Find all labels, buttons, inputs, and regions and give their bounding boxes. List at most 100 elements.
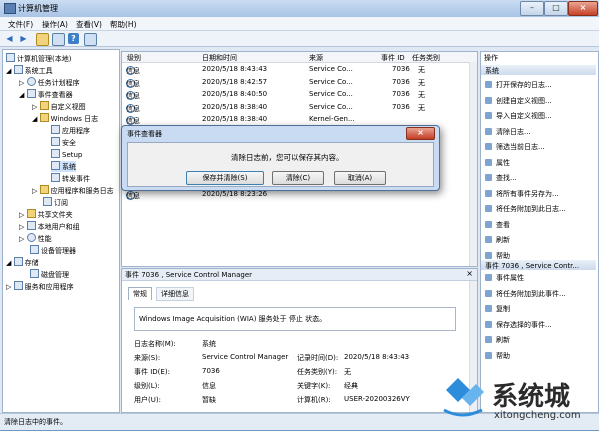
tree-item-application[interactable]: 应用程序 bbox=[51, 125, 90, 136]
tree-item-services-apps[interactable]: ▷ 服务和应用程序 bbox=[6, 281, 74, 292]
table-row[interactable]: 信息 2020/5/18 8:43:43 Service Co... 7036 无 bbox=[122, 64, 472, 75]
action-item[interactable]: 保存选择的事件... bbox=[485, 320, 552, 330]
action-item[interactable]: 帮助 bbox=[485, 251, 510, 261]
action-item[interactable]: 打开保存的日志... bbox=[485, 80, 552, 90]
tree-item-local-users[interactable]: ▷ 本地用户和组 bbox=[19, 221, 80, 232]
close-button[interactable]: × bbox=[568, 1, 598, 16]
cancel-button[interactable]: 取消(A) bbox=[334, 171, 386, 185]
minimize-button[interactable]: – bbox=[520, 1, 544, 16]
help-icon[interactable]: ? bbox=[68, 33, 79, 44]
menu-action[interactable]: 操作(A) bbox=[42, 19, 68, 30]
table-row[interactable]: 信息 2020/5/18 8:38:40 Kernel-Gen... bbox=[122, 114, 472, 125]
action-icon bbox=[485, 127, 492, 135]
column-level[interactable]: 级别 bbox=[127, 53, 141, 63]
column-datetime[interactable]: 日期和时间 bbox=[202, 53, 237, 63]
event-list-header: 级别 日期和时间 来源 事件 ID 任务类别 bbox=[122, 52, 477, 63]
back-icon[interactable]: ◀ bbox=[4, 33, 15, 44]
action-item[interactable]: 将任务附加到此日志... bbox=[485, 204, 566, 214]
tab-general[interactable]: 常规 bbox=[128, 287, 152, 300]
actions-header: 操作 bbox=[484, 54, 498, 62]
watermark-brand: 系统城 bbox=[492, 382, 571, 412]
up-folder-icon[interactable] bbox=[36, 33, 49, 46]
action-item[interactable]: 事件属性 bbox=[485, 273, 524, 283]
shared-folder-icon bbox=[26, 209, 36, 218]
tree-item-system-tools[interactable]: ◢ 系统工具 bbox=[6, 65, 53, 76]
field-logged-value: 2020/5/18 8:43:43 bbox=[344, 353, 410, 361]
action-item[interactable]: 查找... bbox=[485, 173, 517, 183]
tree-item-windows-logs[interactable]: ◢ Windows 日志 bbox=[32, 113, 98, 124]
cell-event-id: 7036 bbox=[392, 65, 410, 73]
watermark-url: xitongcheng.com bbox=[494, 410, 581, 421]
tab-details[interactable]: 详细信息 bbox=[156, 287, 194, 301]
cell-task-category: 无 bbox=[418, 91, 425, 99]
action-item[interactable]: 筛选当前日志... bbox=[485, 142, 545, 152]
action-icon bbox=[485, 336, 492, 343]
action-icon bbox=[485, 189, 492, 197]
event-list-scrollbar[interactable] bbox=[469, 62, 477, 266]
action-icon bbox=[485, 112, 492, 119]
action-icon bbox=[485, 305, 492, 312]
action-item[interactable]: 创建自定义视图... bbox=[485, 96, 552, 106]
tree-item-security[interactable]: 安全 bbox=[51, 137, 76, 148]
action-item[interactable]: 将所有事件另存为... bbox=[485, 189, 559, 199]
event-message-box[interactable]: Windows Image Acquisition (WIA) 服务处于 停止 … bbox=[134, 307, 456, 331]
action-item[interactable]: 将任务附加到此事件... bbox=[485, 289, 566, 299]
tree-item-root[interactable]: 计算机管理(本地) bbox=[6, 53, 71, 64]
device-icon bbox=[30, 245, 39, 254]
tree-item-custom-views[interactable]: ▷ 自定义视图 bbox=[32, 101, 86, 112]
tree-item-event-viewer[interactable]: ◢ 事件查看器 bbox=[19, 89, 73, 100]
cell-datetime: 2020/5/18 8:40:50 bbox=[202, 90, 268, 98]
detail-close-icon[interactable]: × bbox=[466, 269, 473, 278]
action-item[interactable]: 帮助 bbox=[485, 351, 510, 361]
tree-item-subscriptions[interactable]: 订阅 bbox=[43, 197, 68, 208]
log-icon bbox=[51, 125, 60, 134]
action-icon bbox=[485, 351, 492, 359]
dialog-message: 清除日志前，您可以保存其内容。 bbox=[231, 153, 344, 162]
action-item[interactable]: 复制 bbox=[485, 304, 510, 314]
action-item[interactable]: 查看 bbox=[485, 220, 510, 230]
app-icon bbox=[4, 3, 16, 14]
actions-section-event[interactable]: 事件 7036 , Service Contr... bbox=[481, 260, 596, 270]
column-event-id[interactable]: 事件 ID bbox=[381, 53, 405, 63]
action-item[interactable]: 刷新 bbox=[485, 335, 510, 345]
menu-help[interactable]: 帮助(H) bbox=[110, 19, 137, 30]
field-computer-value: USER-20200326VY bbox=[344, 395, 410, 403]
clear-log-dialog: 事件查看器 × 清除日志前，您可以保存其内容。 保存并清除(S) 清除(C) 取… bbox=[121, 125, 440, 191]
tree-item-setup[interactable]: Setup bbox=[51, 149, 82, 159]
show-hide-tree-icon[interactable] bbox=[52, 33, 65, 46]
properties-icon[interactable] bbox=[84, 33, 97, 46]
field-keywords-label: 关键字(K): bbox=[297, 382, 331, 390]
tree-item-system[interactable]: 系统 bbox=[51, 161, 76, 172]
column-task-category[interactable]: 任务类别 bbox=[412, 53, 440, 63]
status-text: 清除日志中的事件。 bbox=[4, 418, 67, 426]
tree-item-shared-folders[interactable]: ▷ 共享文件夹 bbox=[19, 209, 73, 220]
table-row[interactable]: 信息 2020/5/18 8:42:57 Service Co... 7036 无 bbox=[122, 77, 472, 88]
action-item[interactable]: 清除日志... bbox=[485, 127, 531, 137]
dialog-title: 事件查看器 bbox=[127, 130, 162, 138]
dialog-close-button[interactable]: × bbox=[406, 127, 435, 140]
folder-icon bbox=[39, 113, 49, 122]
menu-view[interactable]: 查看(V) bbox=[76, 19, 102, 30]
action-item[interactable]: 刷新 bbox=[485, 235, 510, 245]
tree-item-app-service-logs[interactable]: ▷ 应用程序和服务日志 bbox=[32, 185, 114, 196]
tree-item-storage[interactable]: ◢ 存储 bbox=[6, 257, 39, 268]
field-level-label: 级别(L): bbox=[134, 382, 160, 390]
table-row[interactable]: 信息 2020/5/18 8:38:40 Service Co... 7036 无 bbox=[122, 102, 472, 113]
action-item[interactable]: 导入自定义视图... bbox=[485, 111, 552, 121]
menu-file[interactable]: 文件(F) bbox=[8, 19, 33, 30]
save-and-clear-button[interactable]: 保存并清除(S) bbox=[186, 171, 264, 185]
maximize-button[interactable]: □ bbox=[544, 1, 568, 16]
tree-item-device-manager[interactable]: 设备管理器 bbox=[30, 245, 76, 256]
action-icon bbox=[485, 143, 492, 150]
table-row[interactable]: 信息 2020/5/18 8:40:50 Service Co... 7036 无 bbox=[122, 89, 472, 100]
tree-item-forwarded-events[interactable]: 转发事件 bbox=[51, 173, 90, 184]
column-source[interactable]: 来源 bbox=[309, 53, 323, 63]
tree-item-performance[interactable]: ▷ 性能 bbox=[19, 233, 52, 244]
forward-icon[interactable]: ▶ bbox=[18, 33, 29, 44]
action-item[interactable]: 属性 bbox=[485, 158, 510, 168]
menu-bar: 文件(F) 操作(A) 查看(V) 帮助(H) bbox=[0, 17, 599, 31]
tree-item-disk-management[interactable]: 磁盘管理 bbox=[30, 269, 69, 280]
tree-item-task-scheduler[interactable]: ▷ 任务计划程序 bbox=[19, 77, 80, 88]
clear-button[interactable]: 清除(C) bbox=[272, 171, 324, 185]
actions-section-system[interactable]: 系统 bbox=[481, 65, 596, 75]
